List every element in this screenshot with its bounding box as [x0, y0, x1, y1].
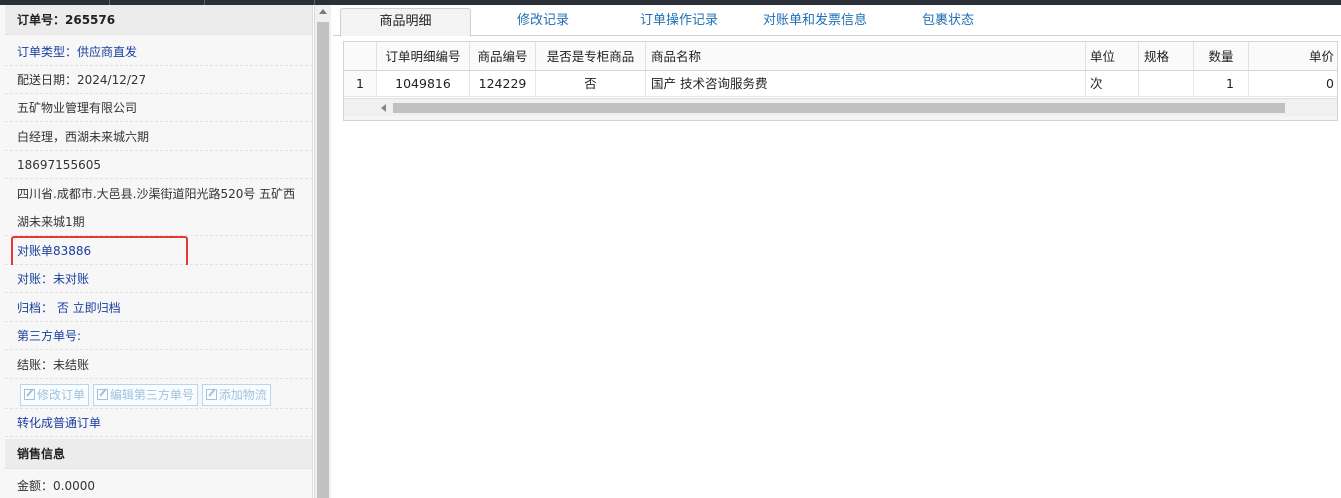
tab-modification-log[interactable]: 修改记录 [483, 8, 603, 36]
cell-is-counter: 否 [536, 71, 646, 97]
edit-order-button[interactable]: 修改订单 [20, 384, 90, 406]
archive-status[interactable]: 归档： 否 立即归档 [5, 294, 312, 322]
edit-third-party-button[interactable]: 编辑第三方单号 [92, 384, 198, 406]
settlement-status: 结账：未结账 [5, 351, 312, 379]
scroll-thumb[interactable] [317, 22, 329, 498]
cell-unit: 次 [1086, 71, 1139, 97]
scroll-left-icon[interactable] [381, 104, 386, 112]
grid-header-product-id[interactable]: 商品编号 [470, 42, 536, 71]
edit-icon [96, 389, 108, 400]
phone-number: 18697155605 [5, 151, 312, 179]
tab-bill-invoice-info[interactable]: 对账单和发票信息 [745, 8, 885, 36]
convert-order-link[interactable]: 转化成普通订单 [5, 409, 312, 437]
horizontal-scroll-thumb[interactable] [393, 103, 1285, 113]
cell-product-name-link[interactable]: 国产 技术咨询服务费 [646, 71, 1086, 97]
order-number: 订单号：265576 [5, 5, 312, 35]
grid-header-detail-id[interactable]: 订单明细编号 [377, 42, 470, 71]
cell-quantity: 1 [1194, 71, 1249, 97]
order-type: 订单类型：供应商直发 [5, 38, 312, 66]
action-button-row: 修改订单 编辑第三方单号 添加物流 [5, 379, 312, 409]
scroll-up-icon[interactable] [319, 9, 327, 14]
edit-icon [205, 389, 217, 400]
tab-package-status[interactable]: 包裹状态 [893, 8, 1003, 36]
grid-header-product-name[interactable]: 商品名称 [646, 42, 1086, 71]
company-name: 五矿物业管理有限公司 [5, 94, 312, 122]
grid-header-quantity[interactable]: 数量 [1194, 42, 1249, 71]
bill-highlight-box [11, 236, 188, 267]
row-number: 1 [344, 71, 377, 97]
grid-header-unit[interactable]: 单位 [1086, 42, 1139, 71]
grid-horizontal-scrollbar[interactable] [344, 98, 1337, 116]
reconcile-status[interactable]: 对账：未对账 [5, 265, 312, 293]
tab-bar: 商品明细 修改记录 订单操作记录 对账单和发票信息 包裹状态 [333, 5, 1341, 37]
sales-info-header: 销售信息 [5, 439, 312, 469]
cell-unit-price: 0 [1249, 71, 1337, 97]
delivery-date: 配送日期：2024/12/27 [5, 66, 312, 94]
order-info-panel: 订单号：265576 订单类型：供应商直发 配送日期：2024/12/27 五矿… [0, 5, 313, 498]
add-logistics-button[interactable]: 添加物流 [201, 384, 271, 406]
amount: 金额：0.0000 [5, 472, 312, 498]
grid-header-rownum [344, 42, 377, 71]
delivery-address: 四川省.成都市.大邑县.沙渠街道阳光路520号 五矿西湖未来城1期 [5, 180, 312, 236]
edit-icon [24, 389, 35, 400]
detail-panel: 商品明细 修改记录 订单操作记录 对账单和发票信息 包裹状态 订单明细编号 商品… [333, 5, 1341, 498]
tab-product-details[interactable]: 商品明细 [340, 8, 471, 37]
grid-header-spec[interactable]: 规格 [1139, 42, 1194, 71]
grid-header-unit-price[interactable]: 单价 [1249, 42, 1337, 71]
cell-spec [1139, 71, 1194, 97]
cell-product-id-link[interactable]: 124229 [470, 71, 536, 97]
cell-detail-id: 1049816 [377, 71, 470, 97]
left-panel-scrollbar[interactable] [314, 5, 331, 498]
product-grid: 订单明细编号 商品编号 是否是专柜商品 商品名称 单位 规格 数量 单价 1 1… [343, 41, 1338, 121]
grid-header-is-counter[interactable]: 是否是专柜商品 [536, 42, 646, 71]
contact-info: 白经理，西湖未来城六期 [5, 123, 312, 151]
tab-order-operation-log[interactable]: 订单操作记录 [619, 8, 739, 36]
third-party-number: 第三方单号: [5, 322, 312, 350]
